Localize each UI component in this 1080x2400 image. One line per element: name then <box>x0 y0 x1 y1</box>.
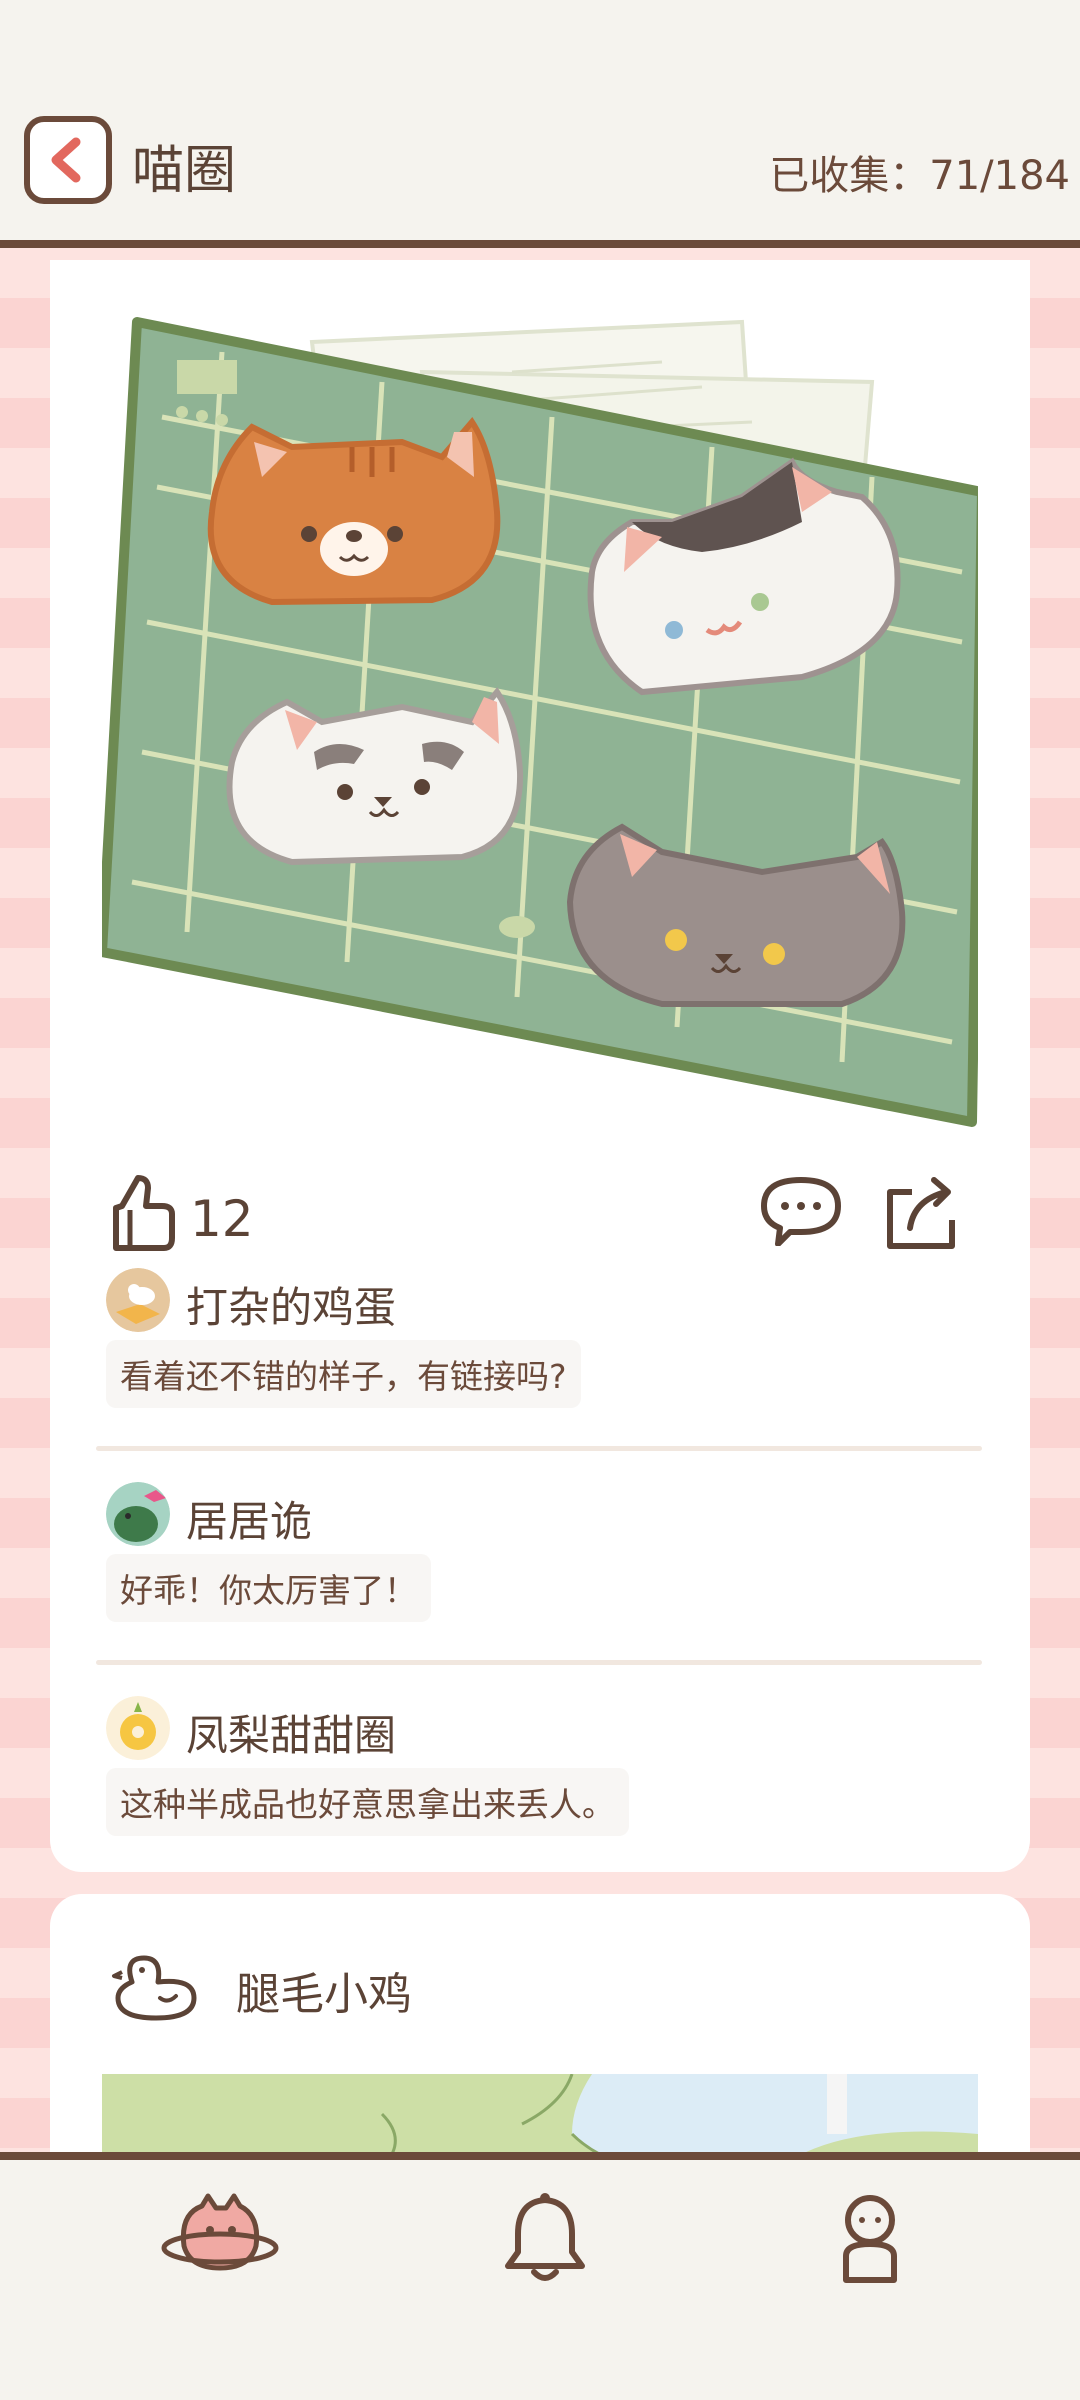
planet-icon[interactable] <box>160 2190 280 2280</box>
nav-divider <box>0 2152 1080 2160</box>
comment-text: 好乖！你太厉害了！ <box>106 1554 431 1622</box>
collected-counter: 已收集：71/184 <box>769 153 1070 199</box>
commenter-name[interactable]: 凤梨甜甜圈 <box>186 1702 396 1763</box>
header-divider <box>0 240 1080 248</box>
bottom-nav <box>0 2160 1080 2400</box>
like-count: 12 <box>190 1190 254 1248</box>
poster-name[interactable]: 腿毛小鸡 <box>236 1958 412 2022</box>
post-image[interactable] <box>102 282 978 1132</box>
page-title: 喵圈 <box>132 141 237 201</box>
share-icon[interactable] <box>884 1174 958 1252</box>
bell-icon[interactable] <box>500 2190 590 2286</box>
commenter-name[interactable]: 打杂的鸡蛋 <box>186 1274 396 1335</box>
commenter-name[interactable]: 居居诡 <box>186 1488 312 1549</box>
back-button[interactable] <box>24 116 112 204</box>
header: 喵圈 已收集：71/184 <box>0 0 1080 240</box>
thumbs-up-icon[interactable] <box>108 1174 176 1254</box>
avatar[interactable] <box>106 1268 170 1332</box>
post-actions: 12 <box>108 1170 984 1260</box>
comment-divider <box>96 1660 982 1665</box>
post-card: 腿毛小鸡 <box>50 1894 1030 2152</box>
comment-text: 这种半成品也好意思拿出来丢人。 <box>106 1768 629 1836</box>
avatar[interactable] <box>106 1482 170 1546</box>
chick-icon[interactable] <box>110 1952 198 2022</box>
chevron-left-icon <box>51 137 81 183</box>
comment-text: 看着还不错的样子，有链接吗? <box>106 1340 581 1408</box>
feed[interactable]: 12 打杂的鸡蛋 看着还不错的样子，有链接吗? 居居诡 好乖！你太厉害了！ 凤梨… <box>0 248 1080 2152</box>
avatar[interactable] <box>106 1696 170 1760</box>
profile-icon[interactable] <box>830 2190 910 2286</box>
post-card: 12 打杂的鸡蛋 看着还不错的样子，有链接吗? 居居诡 好乖！你太厉害了！ 凤梨… <box>50 260 1030 1872</box>
post-image[interactable] <box>102 2074 978 2152</box>
comment-icon[interactable] <box>760 1176 842 1246</box>
comment-divider <box>96 1446 982 1451</box>
